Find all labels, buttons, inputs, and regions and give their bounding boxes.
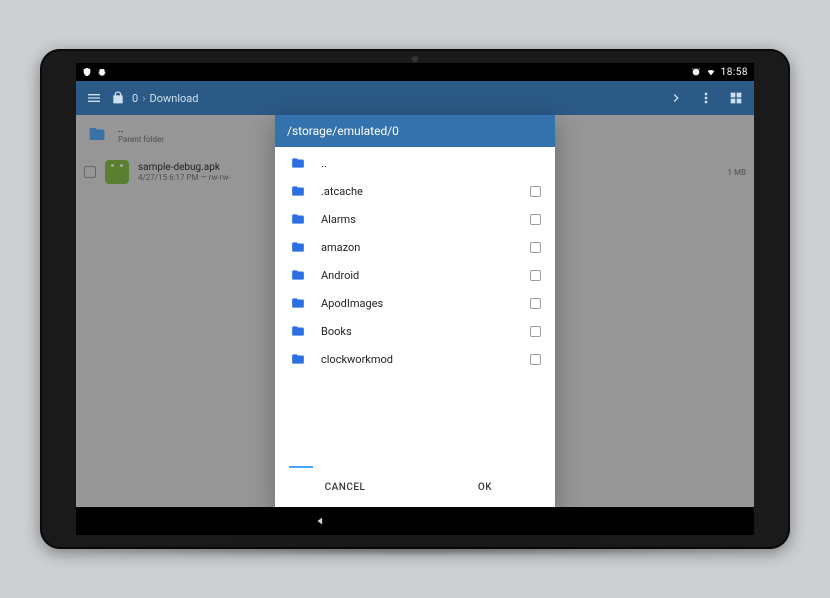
scroll-hint	[289, 466, 313, 468]
dialog-item-label: amazon	[321, 241, 360, 254]
breadcrumb-root[interactable]: 0	[132, 92, 138, 105]
dialog-parent-item[interactable]: ..	[275, 149, 555, 177]
status-bar: 18:58	[76, 63, 754, 81]
dialog-item-label: Alarms	[321, 213, 356, 226]
folder-picker-dialog: /storage/emulated/0 .. .atcache Alarms amaz…	[275, 115, 555, 507]
ok-button[interactable]: OK	[415, 474, 555, 501]
dialog-folder-item[interactable]: Books	[275, 317, 555, 345]
dialog-item-checkbox[interactable]	[530, 270, 541, 281]
folder-icon	[289, 268, 307, 282]
folder-icon	[289, 296, 307, 310]
dialog-item-checkbox[interactable]	[530, 326, 541, 337]
shield-icon	[82, 67, 92, 77]
chevron-icon[interactable]	[668, 90, 684, 106]
view-grid-icon[interactable]	[728, 90, 744, 106]
lock-icon[interactable]	[110, 90, 126, 106]
folder-icon	[289, 212, 307, 226]
dialog-item-label: clockworkmod	[321, 353, 393, 366]
dialog-folder-item[interactable]: clockworkmod	[275, 345, 555, 373]
home-button[interactable]	[408, 514, 422, 528]
cancel-button[interactable]: CANCEL	[275, 474, 415, 501]
overflow-icon[interactable]	[698, 90, 714, 106]
front-camera	[411, 55, 419, 63]
modal-overlay: /storage/emulated/0 .. .atcache Alarms amaz…	[76, 115, 754, 507]
dialog-item-checkbox[interactable]	[530, 186, 541, 197]
back-button[interactable]	[314, 514, 328, 528]
folder-icon	[289, 240, 307, 254]
dialog-item-label: Books	[321, 325, 352, 338]
menu-icon[interactable]	[86, 90, 102, 106]
folder-icon	[289, 156, 307, 170]
dialog-path: /storage/emulated/0	[275, 115, 555, 147]
alarm-icon	[691, 67, 701, 77]
breadcrumb-current[interactable]: Download	[150, 92, 199, 105]
dialog-item-label: .atcache	[321, 185, 363, 198]
dialog-item-checkbox[interactable]	[530, 214, 541, 225]
debug-icon	[97, 67, 107, 77]
dialog-item-checkbox[interactable]	[530, 354, 541, 365]
dialog-item-checkbox[interactable]	[530, 298, 541, 309]
file-list: .. Parent folder sample-debug.apk 4/27/1…	[76, 115, 754, 507]
clock: 18:58	[721, 67, 748, 78]
dialog-item-label: ..	[321, 157, 327, 170]
recents-button[interactable]	[502, 514, 516, 528]
navigation-bar	[76, 507, 754, 535]
dialog-item-label: ApodImages	[321, 297, 383, 310]
app-bar: 0 › Download	[76, 81, 754, 115]
dialog-item-label: Android	[321, 269, 359, 282]
dialog-folder-item[interactable]: Alarms	[275, 205, 555, 233]
dialog-folder-item[interactable]: amazon	[275, 233, 555, 261]
dialog-folder-item[interactable]: Android	[275, 261, 555, 289]
dialog-folder-item[interactable]: ApodImages	[275, 289, 555, 317]
folder-icon	[289, 324, 307, 338]
dialog-folder-item[interactable]: .atcache	[275, 177, 555, 205]
folder-icon	[289, 352, 307, 366]
wifi-icon	[706, 67, 716, 77]
chevron-right-icon: ›	[142, 92, 145, 105]
folder-icon	[289, 184, 307, 198]
dialog-item-checkbox[interactable]	[530, 242, 541, 253]
